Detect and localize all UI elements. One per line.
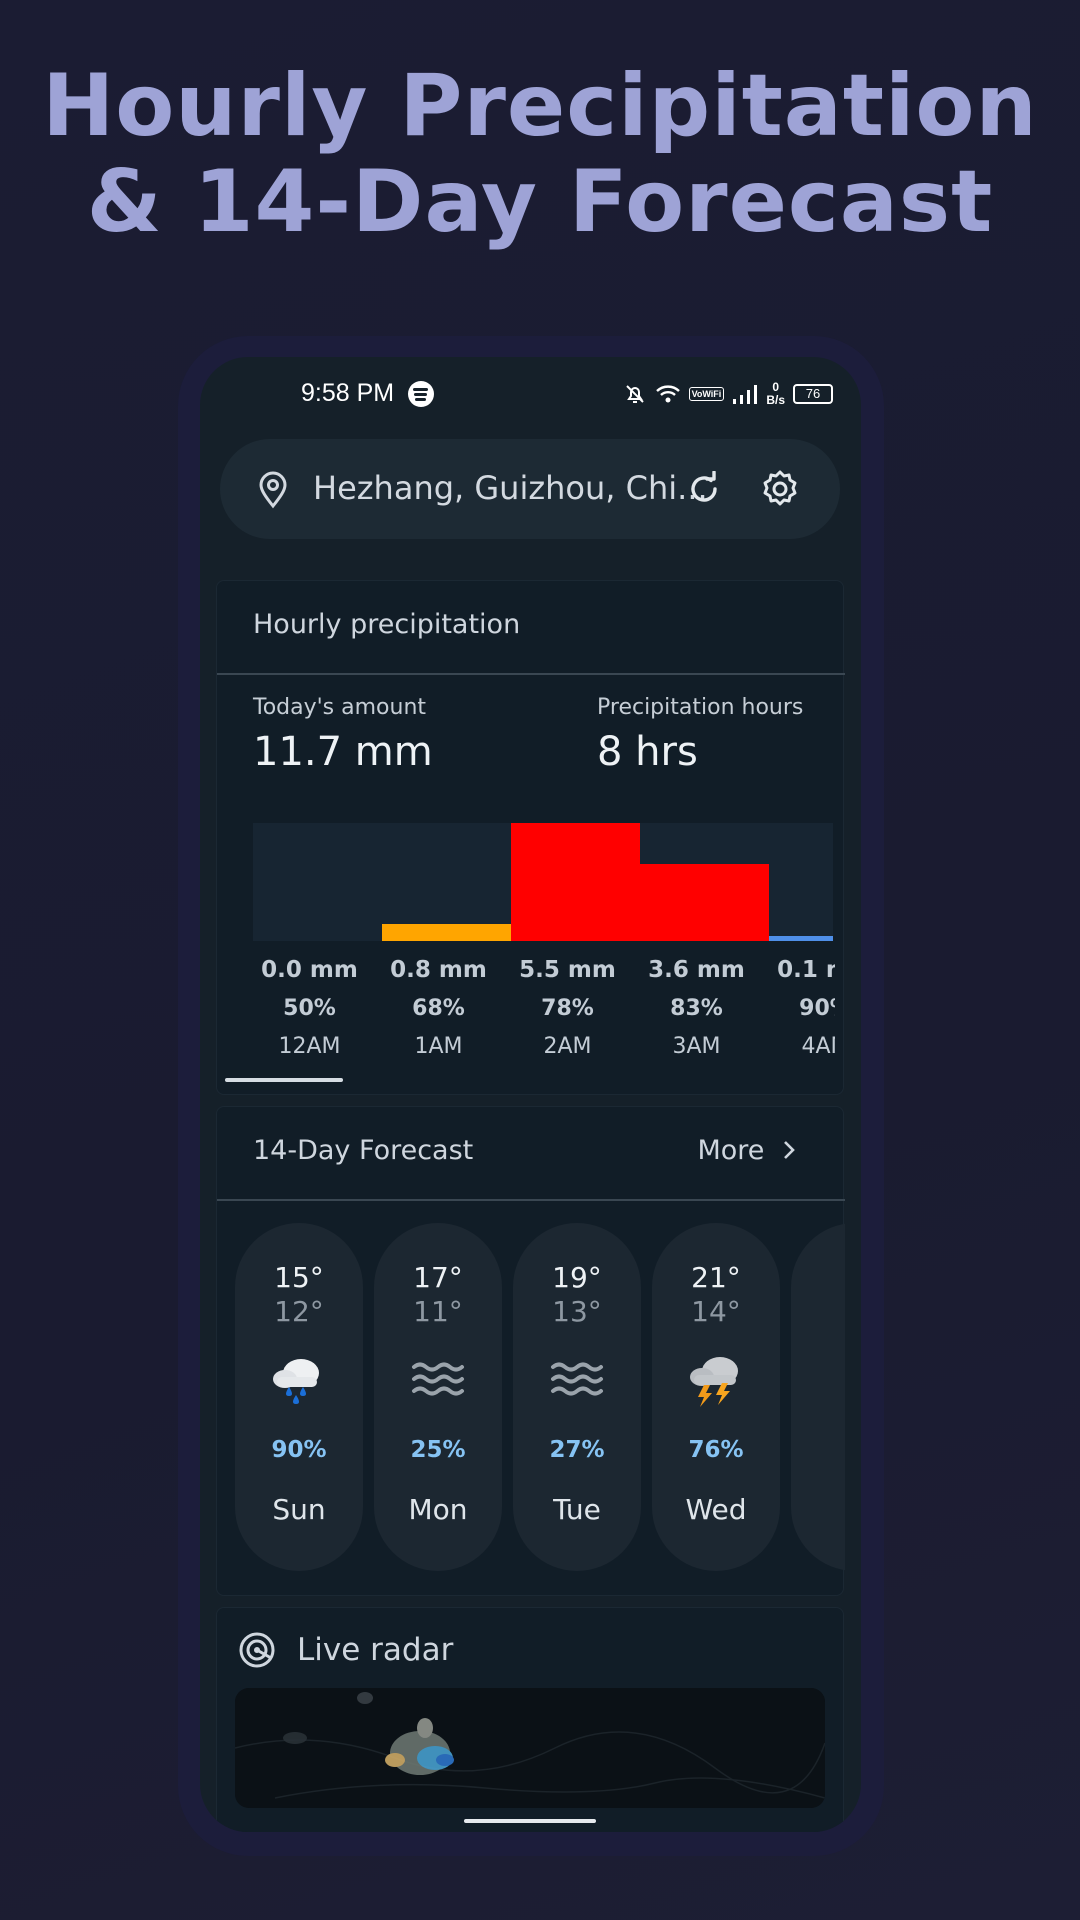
hourly-time: 12AM [278, 1034, 341, 1059]
radar-title: Live radar [297, 1632, 454, 1668]
gesture-nav-bar[interactable] [464, 1819, 596, 1823]
thunderstorm-icon [684, 1349, 748, 1413]
wifi-icon [655, 385, 680, 403]
hourly-time: 1AM [414, 1034, 463, 1059]
location-text: Hezhang, Guizhou, Chi... [313, 469, 708, 507]
day-low-temp: 11° [413, 1295, 463, 1328]
hourly-precipitation-card: Hourly precipitation Today's amount 11.7… [216, 580, 845, 1096]
net-speed-unit: B/s [766, 393, 785, 407]
headline-line-2: & 14-Day Forecast [86, 152, 994, 252]
day-precip-probability: 27% [549, 1437, 605, 1463]
radar-map[interactable] [235, 1688, 825, 1808]
day-high-temp: 21° [691, 1261, 741, 1294]
phone-screen: 9:58 PM VoWiFi 0 B/s 76 Hezhang, Guizhou… [200, 357, 861, 1832]
day-name: Tue [553, 1493, 601, 1526]
hourly-probability: 78% [541, 996, 594, 1021]
day-precip-probability: 90% [271, 1437, 327, 1463]
hourly-item: 0.8 mm 68% 1AM [374, 951, 503, 1065]
day-high-temp: 17° [413, 1261, 463, 1294]
headline-line-1: Hourly Precipitation [42, 56, 1038, 156]
headline: Hourly Precipitation & 14-Day Forecast [0, 58, 1080, 250]
day-high-temp: 15° [274, 1261, 324, 1294]
battery-icon: 76 [793, 384, 833, 404]
fog-icon [406, 1349, 470, 1413]
hourly-amount: 0.8 mm [390, 957, 487, 983]
mute-icon [625, 385, 644, 403]
status-icons: VoWiFi 0 B/s 76 [623, 379, 833, 409]
hourly-probability: 50% [283, 996, 336, 1021]
hourly-time: 4AM [801, 1034, 835, 1059]
hourly-item: 5.5 mm 78% 2AM [503, 951, 632, 1065]
forecast-card: 14-Day Forecast More 15° 12° 90% Sun 17° 11° 2… [216, 1106, 845, 1597]
hourly-amount: 5.5 mm [519, 957, 616, 983]
day-name: T [791, 1493, 845, 1526]
forecast-day-sun[interactable]: 15° 12° 90% Sun [235, 1223, 363, 1571]
day-name: Mon [408, 1493, 468, 1526]
day-precip-probability: 25% [410, 1437, 466, 1463]
fog-icon [545, 1349, 609, 1413]
hourly-amount: 0.0 mm [261, 957, 358, 983]
day-high-temp: 19° [552, 1261, 602, 1294]
hourly-time: 3AM [672, 1034, 721, 1059]
location-pin-icon [259, 471, 287, 509]
day-name: Sun [272, 1493, 326, 1526]
scroll-indicator [225, 1078, 343, 1082]
hourly-item: 0.1 mm 90% 4AM [761, 951, 835, 1065]
day-precip-probability: 76% [688, 1437, 744, 1463]
hourly-columns: 0.0 mm 50% 12AM 0.8 mm 68% 1AM 5.5 mm 78% 2AM 3.6… [245, 581, 835, 1096]
status-time: 9:58 PM [301, 379, 395, 407]
day-low-temp: 12° [274, 1295, 324, 1328]
rain-icon [267, 1349, 331, 1413]
forecast-day-t[interactable]: 11 7 T [791, 1223, 845, 1571]
volte-badge: VoWiFi [688, 387, 725, 401]
hourly-amount: 3.6 mm [648, 957, 745, 983]
hourly-amount: 0.1 mm [777, 957, 835, 983]
live-radar-card[interactable]: Live radar [216, 1607, 844, 1832]
forecast-day-wed[interactable]: 21° 14° 76% Wed [652, 1223, 780, 1571]
location-search-bar[interactable]: Hezhang, Guizhou, Chi... [220, 439, 840, 539]
day-low-temp: 1 [791, 1295, 845, 1328]
day-name: Wed [685, 1493, 747, 1526]
hourly-probability: 83% [670, 996, 723, 1021]
forecast-day-mon[interactable]: 17° 11° 25% Mon [374, 1223, 502, 1571]
forecast-day-tue[interactable]: 19° 13° 27% Tue [513, 1223, 641, 1571]
battery-level: 76 [805, 386, 821, 401]
day-low-temp: 14° [691, 1295, 741, 1328]
refresh-icon[interactable] [686, 471, 722, 507]
hourly-item: 3.6 mm 83% 3AM [632, 951, 761, 1065]
radar-map-image [235, 1688, 825, 1808]
signal-icon [733, 385, 758, 404]
spotify-icon [408, 381, 434, 407]
day-high-temp: 1 [791, 1261, 845, 1294]
status-bar: 9:58 PM VoWiFi 0 B/s 76 [200, 357, 861, 427]
hourly-probability: 90% [799, 996, 835, 1021]
forecast-days: 15° 12° 90% Sun 17° 11° 25% Mon 19° 13° 27% Tue 21° 1… [217, 1107, 845, 1597]
hourly-item: 0.0 mm 50% 12AM [245, 951, 374, 1065]
hourly-probability: 68% [412, 996, 465, 1021]
net-speed: 0 B/s [766, 381, 785, 407]
radar-icon [239, 1632, 275, 1668]
day-low-temp: 13° [552, 1295, 602, 1328]
gear-icon[interactable] [760, 469, 800, 509]
cloud-icon [823, 1349, 845, 1413]
hourly-time: 2AM [543, 1034, 592, 1059]
day-precip-probability: 7 [791, 1437, 845, 1463]
